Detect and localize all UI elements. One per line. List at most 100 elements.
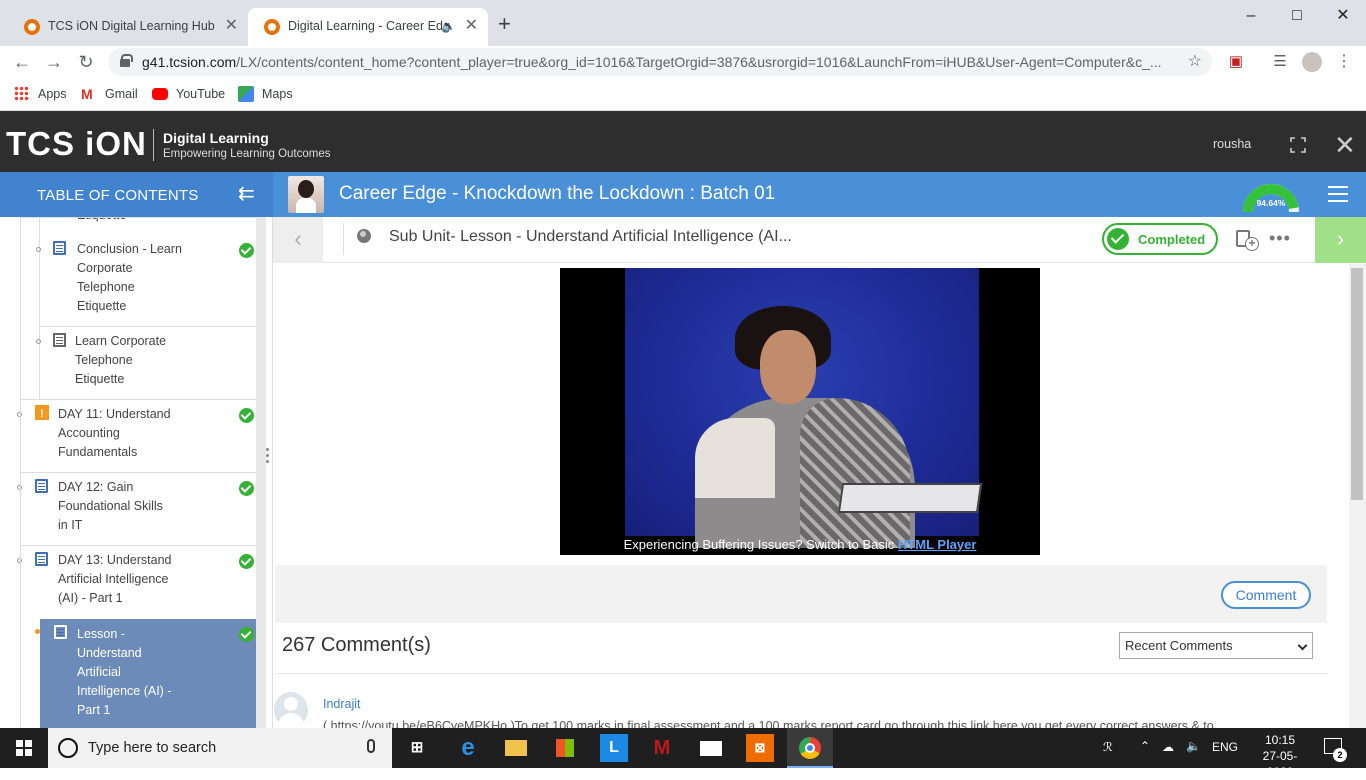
toc-header: TABLE OF CONTENTS ⇇ bbox=[0, 172, 273, 217]
bookmark-star-icon[interactable]: ☆ bbox=[1188, 48, 1202, 76]
collapse-toc-icon[interactable]: ⇇ bbox=[238, 184, 255, 204]
windows-start-icon[interactable] bbox=[16, 740, 32, 756]
comment-author[interactable]: Indrajit bbox=[323, 697, 361, 711]
microphone-icon[interactable] bbox=[367, 739, 375, 753]
people-icon[interactable]: ℛ bbox=[1103, 740, 1113, 754]
sidebar-resize-handle[interactable] bbox=[266, 448, 270, 466]
bookmark-apps[interactable]: Apps bbox=[14, 85, 67, 103]
reload-button[interactable]: ↻ bbox=[74, 50, 98, 74]
maps-icon bbox=[238, 86, 254, 102]
media-control-icon[interactable]: ☰ bbox=[1268, 50, 1292, 74]
chevron-down-icon bbox=[1297, 640, 1308, 651]
system-clock[interactable]: 10:15 27-05-2020 bbox=[1250, 732, 1310, 780]
toc-item-conclusion[interactable]: Conclusion - Learn Corporate Telephone E… bbox=[0, 239, 256, 327]
toc-item-label: Corporate bbox=[77, 261, 133, 275]
comment-text: ( https://youtu.be/eB6CyeMPKHo )To get 1… bbox=[323, 719, 1214, 728]
toc-item-learn-telephone[interactable]: Learn Corporate Telephone Etiquette bbox=[0, 332, 256, 400]
toc-item-label: Intelligence (AI) - bbox=[77, 684, 172, 698]
toc-item-label: DAY 11: Understand bbox=[58, 407, 171, 421]
comment-sort-select[interactable]: Recent Comments bbox=[1119, 632, 1313, 659]
toc-item-label: Understand bbox=[77, 646, 142, 660]
html-player-link[interactable]: HTML Player bbox=[898, 537, 977, 552]
toc-item-day-13[interactable]: DAY 13: Understand Artificial Intelligen… bbox=[0, 551, 256, 619]
toc-item-label: Telephone bbox=[75, 353, 133, 367]
profile-avatar[interactable] bbox=[1300, 50, 1324, 74]
url-text[interactable]: g41.tcsion.com/LX/contents/content_home?… bbox=[142, 48, 1182, 76]
assignment-icon bbox=[35, 405, 49, 424]
browser-tab-active[interactable]: Digital Learning - Career Edg 🔈 ✕ bbox=[248, 8, 488, 46]
close-window-button[interactable]: ✕ bbox=[1320, 4, 1366, 28]
l-app-icon[interactable]: L bbox=[600, 734, 628, 762]
maximize-button[interactable]: □ bbox=[1274, 4, 1320, 28]
store-icon[interactable] bbox=[551, 734, 579, 762]
user-name[interactable]: rousha bbox=[1213, 137, 1251, 151]
toc-item-label: Foundational Skills bbox=[58, 499, 163, 513]
toc-item-active-lesson[interactable]: Lesson - Understand Artificial Intellige… bbox=[40, 619, 256, 728]
course-title: Career Edge - Knockdown the Lockdown : B… bbox=[339, 183, 776, 204]
toc-item-label: Artificial bbox=[77, 665, 121, 679]
chrome-icon[interactable] bbox=[796, 734, 824, 762]
tab-title: TCS iON Digital Learning Hub bbox=[48, 19, 215, 33]
sidebar-scrollbar[interactable] bbox=[256, 217, 266, 728]
new-tab-button[interactable]: + bbox=[498, 12, 511, 36]
toc-item-label: (AI) - Part 1 bbox=[58, 591, 123, 605]
more-options-icon[interactable]: ••• bbox=[1269, 229, 1291, 247]
toc-item-label: Learn Corporate bbox=[75, 334, 167, 348]
taskbar-search[interactable]: Type here to search bbox=[48, 728, 392, 768]
add-note-icon[interactable] bbox=[1236, 230, 1259, 251]
language-indicator[interactable]: ENG bbox=[1212, 740, 1238, 754]
tcs-ion-logo[interactable]: TCS iON bbox=[6, 126, 147, 162]
fullscreen-icon[interactable] bbox=[1290, 137, 1306, 153]
chrome-menu-icon[interactable]: ⋮ bbox=[1332, 50, 1356, 74]
next-lesson-button[interactable]: › bbox=[1315, 217, 1366, 263]
task-view-icon[interactable]: ⊞ bbox=[403, 734, 431, 762]
comment-button[interactable]: Comment bbox=[1221, 581, 1311, 609]
browser-tab[interactable]: TCS iON Digital Learning Hub ✕ bbox=[8, 8, 248, 46]
toc-item-partial[interactable]: Etiquette bbox=[77, 217, 126, 225]
list-icon bbox=[53, 333, 66, 347]
toc-item-label: Telephone bbox=[77, 280, 135, 294]
document-icon bbox=[35, 479, 48, 493]
app-header: TCS iON Digital Learning Empowering Lear… bbox=[0, 111, 1366, 172]
toc-item-day-12[interactable]: DAY 12: Gain Foundational Skills in IT bbox=[0, 478, 256, 546]
edge-icon[interactable]: e bbox=[454, 734, 482, 762]
bookmark-youtube[interactable]: YouTube bbox=[152, 85, 225, 103]
completed-check-icon bbox=[239, 554, 254, 569]
bookmark-gmail[interactable]: M Gmail bbox=[81, 85, 138, 103]
lesson-title: Sub Unit- Lesson - Understand Artificial… bbox=[389, 228, 792, 245]
apps-grid-icon bbox=[14, 86, 30, 102]
toc-item-label: Etiquette bbox=[77, 299, 127, 313]
close-player-icon[interactable]: ✕ bbox=[1334, 131, 1356, 159]
toc-item-day-11[interactable]: DAY 11: Understand Accounting Fundamenta… bbox=[0, 405, 256, 473]
windows-taskbar: Type here to search ⊞ e L M ⊠ ℛ ⌃ ☁ 🔈 EN… bbox=[0, 728, 1366, 779]
toc-item-label: DAY 12: Gain bbox=[58, 480, 134, 494]
menu-icon[interactable] bbox=[1328, 186, 1348, 202]
back-button[interactable]: ← bbox=[10, 50, 34, 74]
completed-check-icon bbox=[239, 408, 254, 423]
close-tab-icon[interactable]: ✕ bbox=[225, 8, 238, 44]
mcafee-icon[interactable]: M bbox=[648, 734, 676, 762]
file-explorer-icon[interactable] bbox=[502, 734, 530, 762]
address-bar[interactable]: g41.tcsion.com/LX/contents/content_home?… bbox=[108, 48, 1212, 76]
minimize-button[interactable]: – bbox=[1228, 4, 1274, 28]
close-tab-icon[interactable]: ✕ bbox=[465, 8, 478, 44]
network-icon[interactable]: ☁ bbox=[1162, 740, 1174, 754]
previous-lesson-button[interactable]: ‹ bbox=[273, 217, 323, 263]
notification-count: 2 bbox=[1333, 748, 1347, 762]
course-title-bar: TABLE OF CONTENTS ⇇ Career Edge - Knockd… bbox=[0, 172, 1366, 217]
lesson-header: ‹ Sub Unit- Lesson - Understand Artifici… bbox=[273, 217, 1366, 263]
xampp-icon[interactable]: ⊠ bbox=[746, 734, 774, 762]
completed-status-badge: Completed bbox=[1102, 223, 1218, 255]
forward-button[interactable]: → bbox=[42, 50, 66, 74]
extension-icon[interactable]: ▣ bbox=[1224, 50, 1248, 74]
tab-title: Digital Learning - Career Edg bbox=[288, 19, 450, 33]
cortana-icon bbox=[58, 738, 78, 758]
bookmark-maps[interactable]: Maps bbox=[238, 85, 293, 103]
mail-icon[interactable] bbox=[697, 734, 725, 762]
volume-icon[interactable]: 🔈 bbox=[1186, 739, 1201, 753]
main-scrollbar-thumb[interactable] bbox=[1351, 268, 1363, 500]
speaker-icon[interactable]: 🔈 bbox=[441, 8, 456, 44]
bookmarks-bar: Apps M Gmail YouTube Maps bbox=[0, 78, 1366, 111]
video-player[interactable]: Experiencing Buffering Issues? Switch to… bbox=[560, 268, 1040, 555]
show-hidden-icons[interactable]: ⌃ bbox=[1140, 739, 1150, 753]
